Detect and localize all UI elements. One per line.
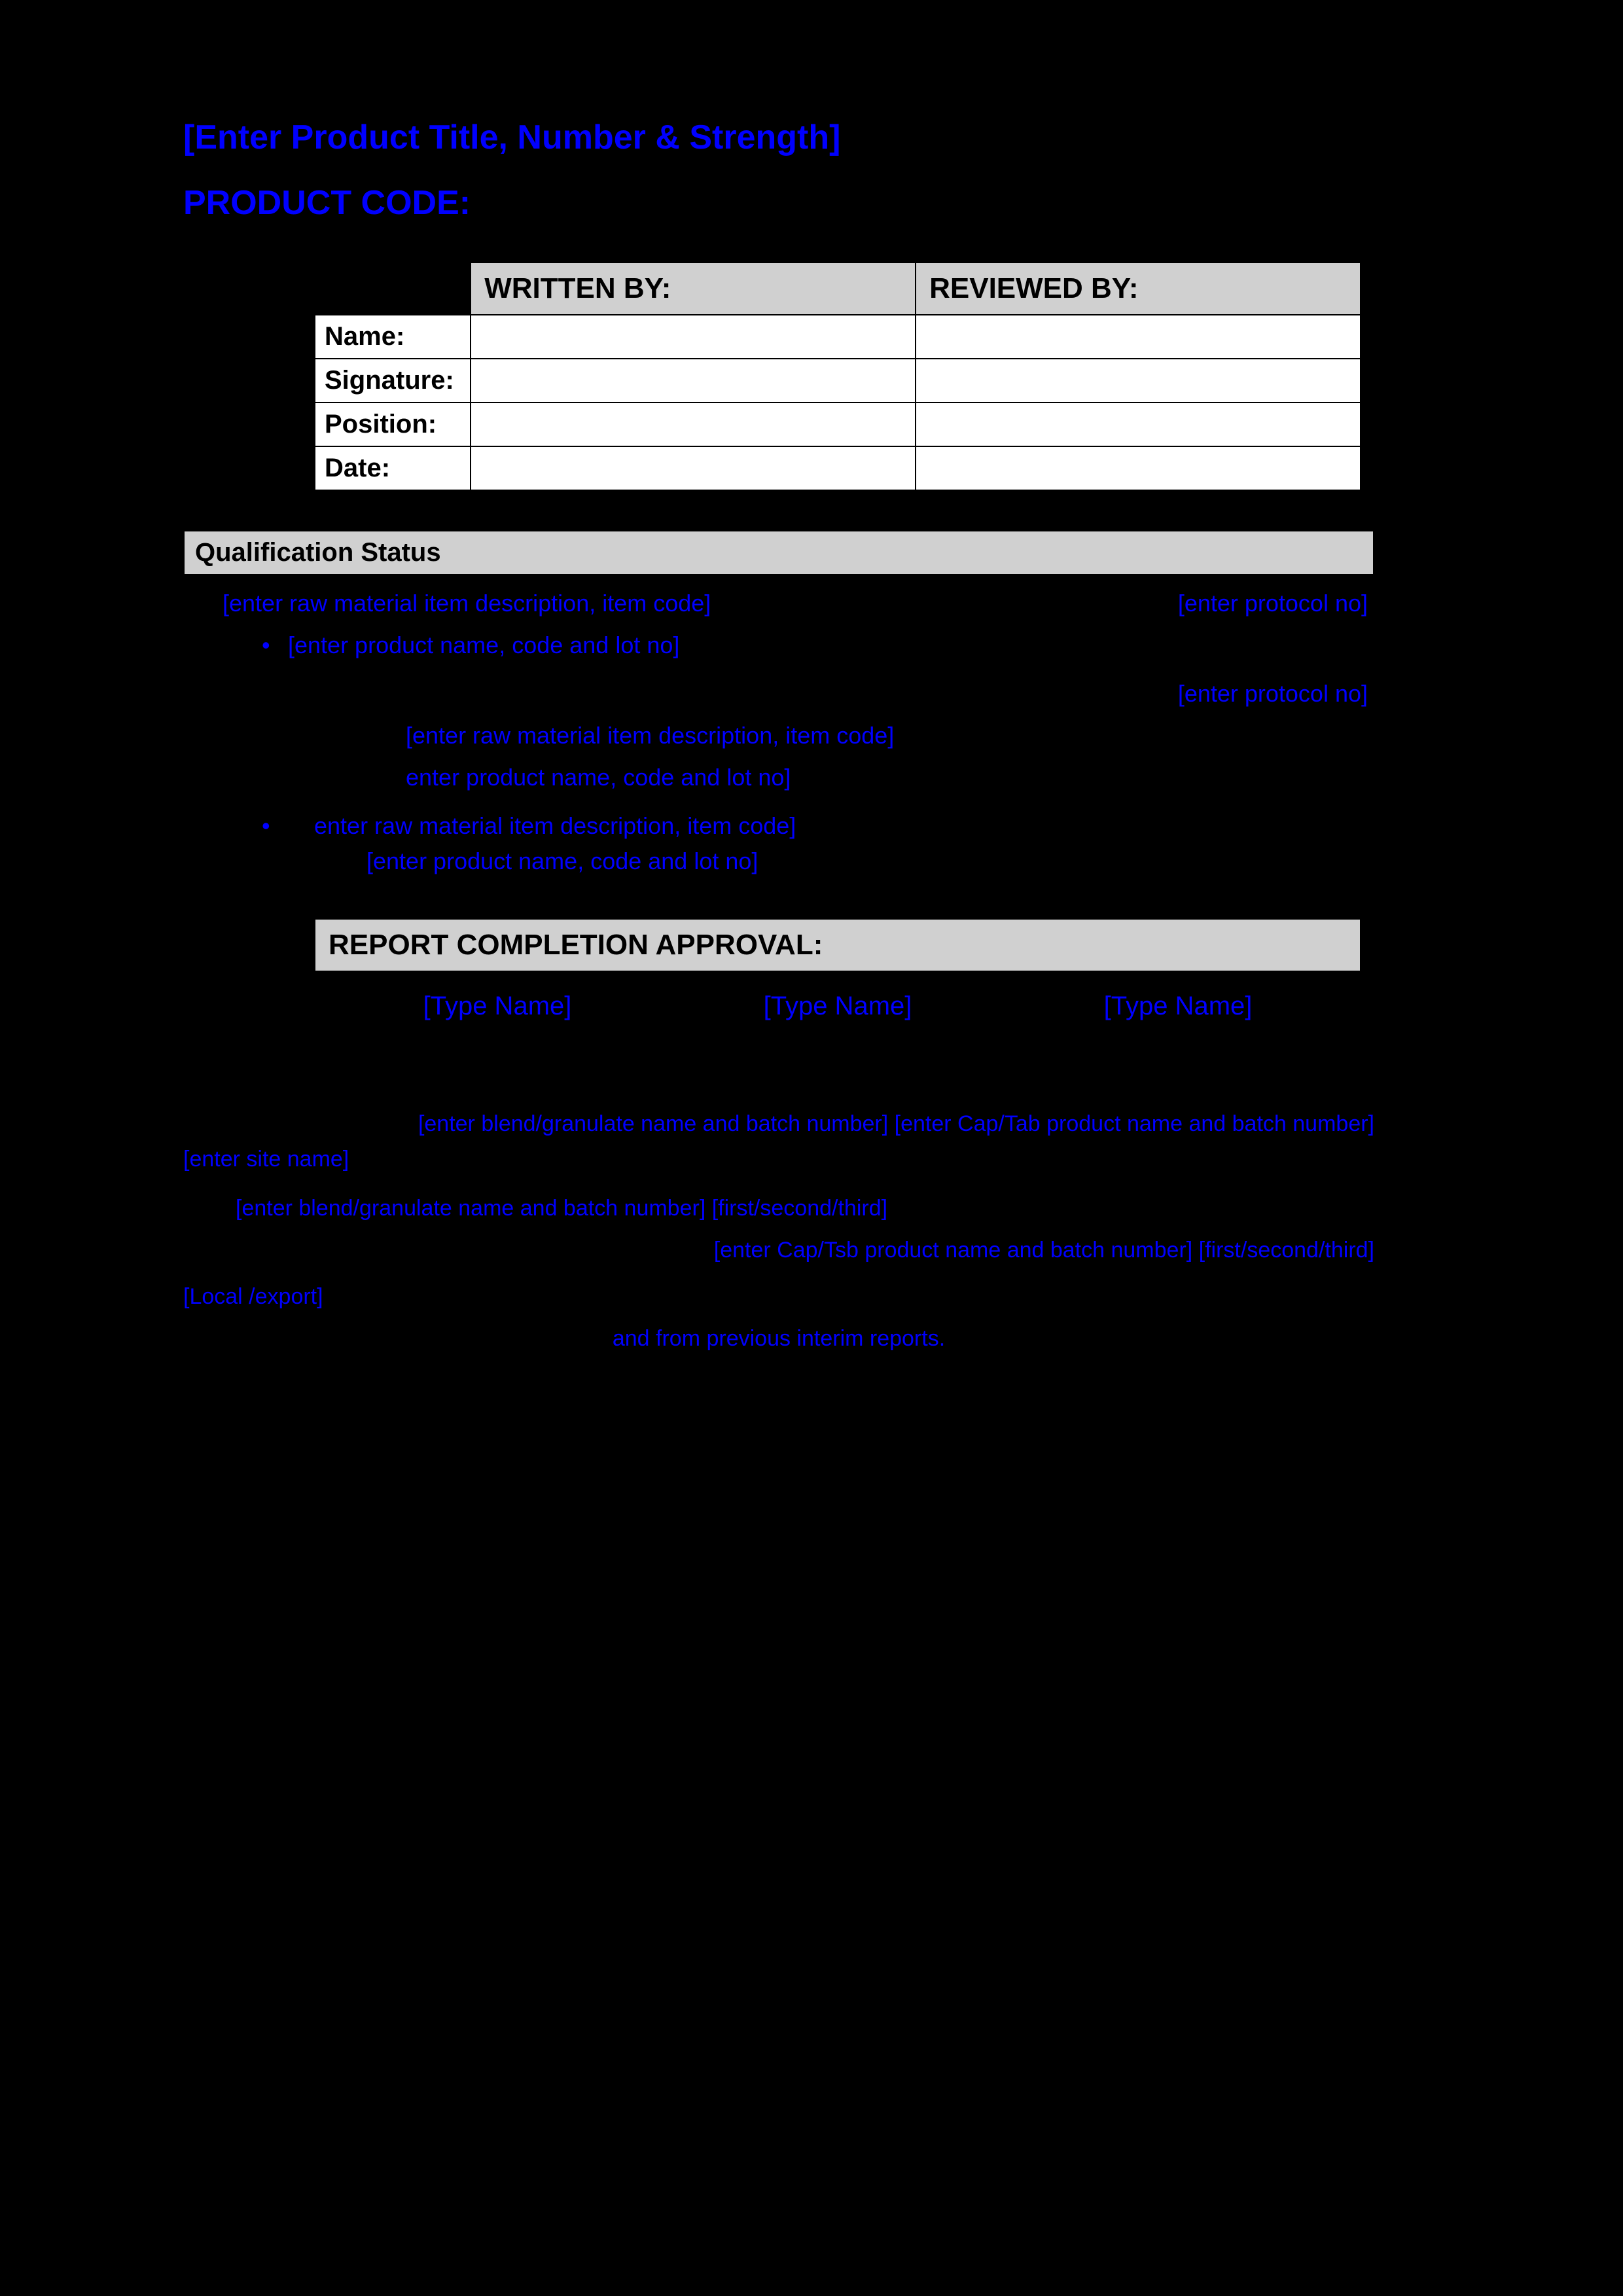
- bottom-line1: [enter blend/granulate name and batch nu…: [418, 1111, 1374, 1136]
- report-name-3: [Type Name]: [1104, 992, 1253, 1021]
- qualification-section: Qualification Status [enter raw material…: [183, 530, 1374, 879]
- qualification-header: Qualification Status: [183, 530, 1374, 575]
- approval-table: WRITTEN BY: REVIEWED BY: Name: Signature…: [314, 262, 1361, 491]
- bottom-line4: [Local /export]: [183, 1279, 1374, 1314]
- date-label: Date:: [315, 446, 471, 490]
- report-section: REPORT COMPLETION APPROVAL: [Type Name] …: [314, 918, 1361, 1028]
- table-row: Signature:: [315, 359, 1361, 403]
- name-reviewed[interactable]: [916, 315, 1361, 359]
- table-row: Position:: [315, 403, 1361, 446]
- bottom-section: [enter blend/granulate name and batch nu…: [183, 1106, 1374, 1356]
- table-row: Date:: [315, 446, 1361, 490]
- qual-line1: [enter raw material item description, it…: [223, 586, 711, 621]
- table-row: Name:: [315, 315, 1361, 359]
- report-approval-header: REPORT COMPLETION APPROVAL:: [314, 918, 1361, 972]
- position-written[interactable]: [471, 403, 916, 446]
- product-title: [Enter Product Title, Number & Strength]: [183, 118, 1427, 157]
- bottom-line5: and from previous interim reports.: [183, 1321, 1374, 1356]
- product-code: PRODUCT CODE:: [183, 183, 1427, 223]
- qual-bullet2: enter raw material item description, ite…: [183, 808, 1374, 879]
- report-name-2: [Type Name]: [764, 992, 912, 1021]
- qual-line2b: enter product name, code and lot no]: [406, 760, 1374, 795]
- date-reviewed[interactable]: [916, 446, 1361, 490]
- qual-line2: [enter raw material item description, it…: [406, 718, 1374, 753]
- reviewed-by-header: REVIEWED BY:: [916, 262, 1361, 315]
- signature-written[interactable]: [471, 359, 916, 403]
- qual-protocol-right: [enter protocol no]: [183, 676, 1374, 711]
- position-label: Position:: [315, 403, 471, 446]
- written-by-header: WRITTEN BY:: [471, 262, 916, 315]
- report-names-row: [Type Name] [Type Name] [Type Name]: [314, 985, 1361, 1028]
- bottom-line2: [enter blend/granulate name and batch nu…: [183, 1191, 1374, 1226]
- signature-label: Signature:: [315, 359, 471, 403]
- bottom-line1-cont: [enter site name]: [183, 1141, 1374, 1177]
- signature-reviewed[interactable]: [916, 359, 1361, 403]
- qual-bullet1: [enter product name, code and lot no]: [183, 628, 1374, 663]
- position-reviewed[interactable]: [916, 403, 1361, 446]
- report-name-1: [Type Name]: [423, 992, 572, 1021]
- date-written[interactable]: [471, 446, 916, 490]
- qual-line1-right: [enter protocol no]: [1178, 586, 1374, 621]
- name-label: Name:: [315, 315, 471, 359]
- name-written[interactable]: [471, 315, 916, 359]
- bottom-line3: [enter Cap/Tsb product name and batch nu…: [714, 1232, 1374, 1268]
